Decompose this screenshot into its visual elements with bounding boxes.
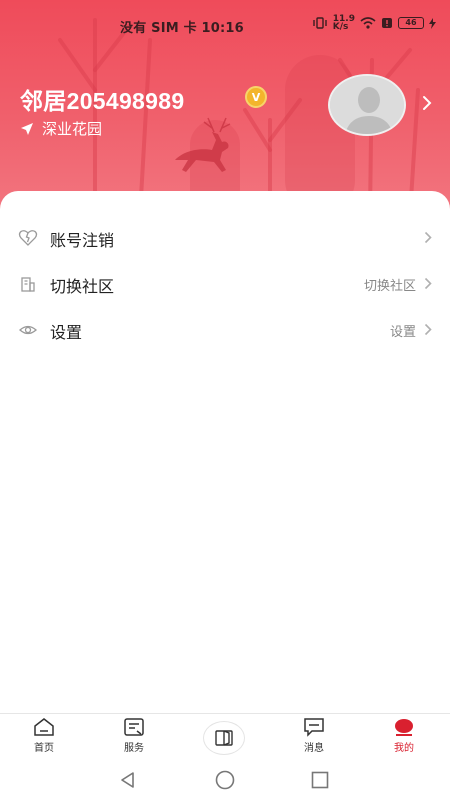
heart-broken-icon bbox=[18, 230, 38, 246]
tab-messages[interactable]: 消息 bbox=[284, 717, 344, 759]
status-bar: 没有 SIM 卡 10:16 11.9 K/s 46 bbox=[0, 14, 450, 38]
tab-home[interactable]: 首页 bbox=[14, 717, 74, 759]
username[interactable]: 邻居205498989 bbox=[20, 82, 184, 116]
alert-icon bbox=[382, 18, 392, 28]
wifi-icon bbox=[360, 17, 376, 29]
profile-header: 没有 SIM 卡 10:16 11.9 K/s 46 邻居205498989 V… bbox=[0, 0, 450, 215]
eye-settings-icon bbox=[19, 325, 37, 335]
tab-label: 消息 bbox=[304, 743, 324, 754]
recent-apps-icon[interactable] bbox=[310, 770, 330, 790]
chevron-right-icon bbox=[424, 277, 432, 290]
building-icon bbox=[21, 277, 35, 292]
home-circle-icon[interactable] bbox=[214, 770, 236, 790]
tab-profile[interactable]: 我的 bbox=[374, 717, 434, 759]
door-icon bbox=[215, 730, 233, 746]
menu-item-account-cancel[interactable]: 账号注销 bbox=[0, 215, 450, 261]
menu-label: 设置 bbox=[50, 323, 83, 342]
avatar[interactable] bbox=[328, 74, 406, 136]
menu-label: 账号注销 bbox=[50, 231, 115, 250]
home-icon bbox=[34, 718, 54, 736]
service-icon bbox=[124, 718, 144, 736]
menu-item-switch-community[interactable]: 切换社区 切换社区 bbox=[0, 261, 450, 307]
chevron-right-icon bbox=[424, 323, 432, 336]
menu-card: 账号注销 切换社区 切换社区 设置 设置 bbox=[0, 191, 450, 713]
vibrate-icon bbox=[313, 17, 327, 29]
tab-label: 服务 bbox=[124, 743, 144, 754]
location-arrow-icon bbox=[21, 122, 33, 135]
back-icon[interactable] bbox=[118, 770, 138, 790]
menu-item-settings[interactable]: 设置 设置 bbox=[0, 307, 450, 353]
tab-label: 首页 bbox=[34, 743, 54, 754]
tab-service[interactable]: 服务 bbox=[104, 717, 164, 759]
carrier-time: 没有 SIM 卡 10:16 bbox=[120, 21, 244, 36]
battery-indicator: 46 bbox=[398, 17, 424, 29]
network-speed: 11.9 K/s bbox=[332, 14, 355, 32]
message-icon bbox=[304, 718, 324, 737]
chevron-right-icon bbox=[424, 231, 432, 244]
bottom-tab-bar: 首页 服务 消息 我的 bbox=[0, 713, 450, 759]
charging-icon bbox=[429, 17, 436, 29]
location: 深业花园 bbox=[20, 118, 102, 139]
menu-value: 切换社区 bbox=[363, 279, 416, 294]
vip-badge-icon: V bbox=[245, 86, 267, 108]
tab-label: 我的 bbox=[394, 743, 414, 754]
status-icons: 11.9 K/s 46 bbox=[312, 14, 436, 32]
menu-value: 设置 bbox=[389, 325, 416, 340]
community-name: 深业花园 bbox=[42, 120, 103, 138]
system-navigation-bar bbox=[0, 760, 450, 800]
menu-label: 切换社区 bbox=[50, 277, 115, 296]
door-access-button[interactable] bbox=[203, 721, 245, 755]
profile-icon bbox=[395, 719, 413, 736]
profile-chevron-icon[interactable] bbox=[422, 95, 432, 111]
